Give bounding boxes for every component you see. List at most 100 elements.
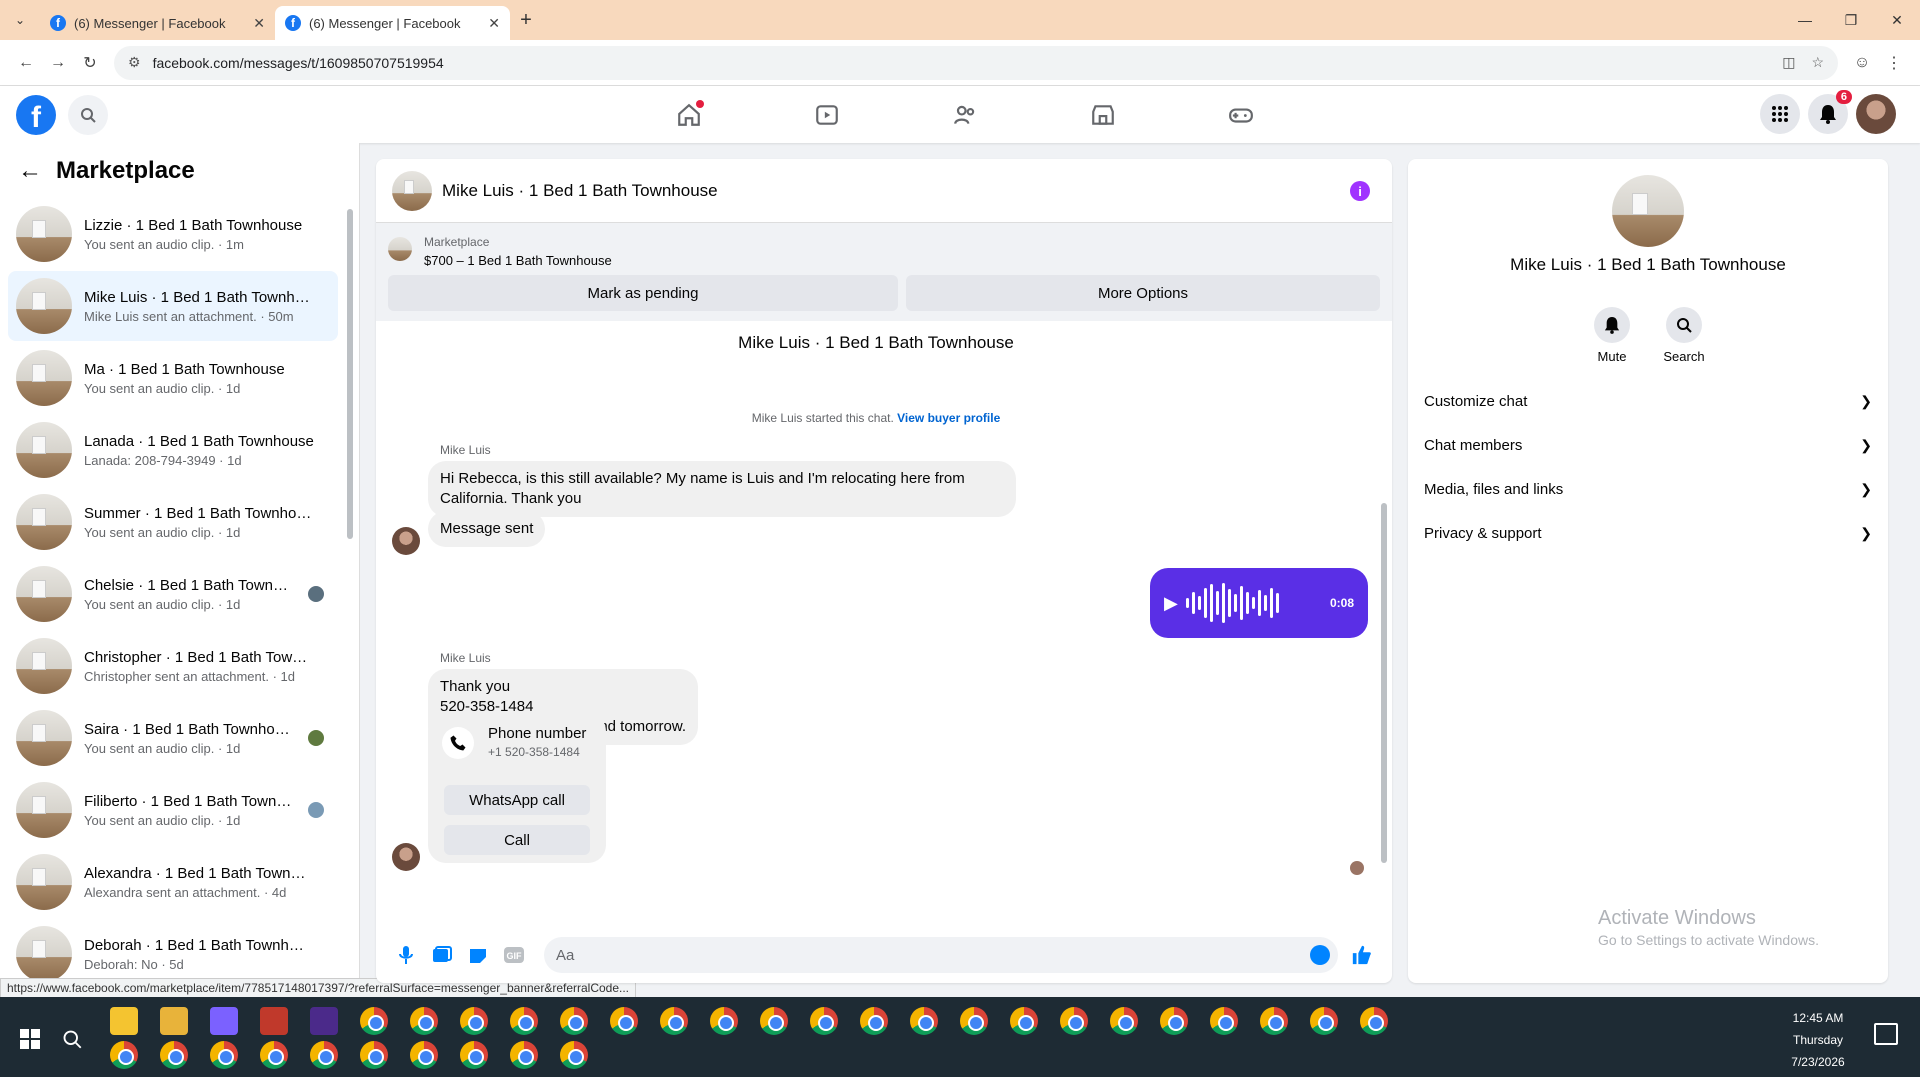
chrome-icon[interactable] [260, 1041, 288, 1069]
conversation-item[interactable]: Saira · 1 Bed 1 Bath Townhouse You sent a… [8, 703, 338, 773]
chrome-icon[interactable] [160, 1041, 188, 1069]
taskbar-clock[interactable]: 12:45 AM Thursday 7/23/2026 [1778, 1007, 1858, 1073]
notification-center-icon[interactable] [1874, 1023, 1898, 1045]
app-icon[interactable] [310, 1007, 338, 1035]
copilot-icon[interactable] [210, 1007, 238, 1035]
chrome-icon[interactable] [810, 1007, 838, 1035]
like-thumb-icon[interactable] [1344, 937, 1380, 973]
info-listing-thumbnail[interactable] [1612, 175, 1684, 247]
chrome-icon[interactable] [1110, 1007, 1138, 1035]
nav-marketplace[interactable] [1034, 86, 1172, 143]
reload-icon[interactable]: ↻ [74, 53, 106, 73]
nav-video[interactable] [758, 86, 896, 143]
nav-friends[interactable] [896, 86, 1034, 143]
chrome-icon[interactable] [610, 1007, 638, 1035]
chrome-icon[interactable] [460, 1041, 488, 1069]
close-tab-icon[interactable]: ✕ [488, 15, 500, 32]
conversation-item[interactable]: Christopher · 1 Bed 1 Bath Townhouse Chri… [8, 631, 338, 701]
search-icon[interactable] [68, 94, 108, 135]
conversation-item[interactable]: Summer · 1 Bed 1 Bath Townhouse You sent … [8, 487, 338, 557]
menu-grid-icon[interactable] [1760, 94, 1800, 134]
chrome-icon[interactable] [1260, 1007, 1288, 1035]
url-text[interactable]: facebook.com/messages/t/1609850707519954 [153, 55, 1767, 71]
audio-message[interactable]: ▶ 0:08 [1150, 568, 1368, 638]
taskbar-search-icon[interactable] [52, 1019, 92, 1059]
tab-search-icon[interactable]: ⌄ [0, 0, 40, 40]
conversation-item[interactable]: Alexandra · 1 Bed 1 Bath Townhouse Alexan… [8, 847, 338, 917]
emoji-icon[interactable] [1310, 945, 1330, 965]
sticker-icon[interactable] [460, 937, 496, 973]
chrome-icon[interactable] [560, 1007, 588, 1035]
new-tab-button[interactable]: + [510, 9, 542, 32]
chrome-icon[interactable] [1060, 1007, 1088, 1035]
whatsapp-call-button[interactable]: WhatsApp call [444, 785, 590, 815]
chrome-icon[interactable] [210, 1041, 238, 1069]
chrome-icon[interactable] [360, 1007, 388, 1035]
mute-action[interactable]: Mute [1582, 307, 1642, 364]
chrome-icon[interactable] [410, 1041, 438, 1069]
close-window-icon[interactable]: ✕ [1874, 12, 1920, 29]
chrome-icon[interactable] [360, 1041, 388, 1069]
restore-icon[interactable]: ❐ [1828, 12, 1874, 29]
sidebar-scrollbar[interactable] [347, 209, 353, 539]
message-bubble[interactable]: Message sent [428, 511, 546, 547]
conversation-item[interactable]: Lizzie · 1 Bed 1 Bath Townhouse You sent … [8, 199, 338, 269]
site-info-icon[interactable]: ⚙ [128, 54, 141, 71]
conversation-item[interactable]: Chelsie · 1 Bed 1 Bath Townhouse You sent… [8, 559, 338, 629]
chat-scrollbar-thumb[interactable] [1381, 503, 1387, 863]
account-avatar[interactable] [1856, 94, 1896, 134]
chrome-icon[interactable] [910, 1007, 938, 1035]
chrome-icon[interactable] [510, 1041, 538, 1069]
address-bar[interactable]: ⚙ facebook.com/messages/t/16098507075199… [114, 45, 1838, 80]
back-arrow-icon[interactable]: ← [18, 157, 42, 185]
photo-icon[interactable] [424, 937, 460, 973]
chrome-icon[interactable] [1360, 1007, 1388, 1035]
chrome-icon[interactable] [1210, 1007, 1238, 1035]
conversation-item-selected[interactable]: Mike Luis · 1 Bed 1 Bath Townhouse Mike L… [8, 271, 338, 341]
notifications-bell-icon[interactable]: 6 [1808, 90, 1852, 134]
bookmark-star-icon[interactable]: ☆ [1811, 54, 1824, 71]
chrome-icon[interactable] [510, 1007, 538, 1035]
chat-title[interactable]: Mike Luis · 1 Bed 1 Bath Townhouse [442, 181, 718, 201]
mark-pending-button[interactable]: Mark as pending [388, 275, 898, 311]
chat-members-section[interactable]: Chat members ❯ [1424, 423, 1872, 467]
nav-gaming[interactable] [1172, 86, 1310, 143]
browser-tab-2[interactable]: f (6) Messenger | Facebook ✕ [275, 6, 510, 40]
chrome-icon[interactable] [310, 1041, 338, 1069]
browser-menu-icon[interactable]: ⋮ [1878, 53, 1910, 73]
app-icon[interactable] [260, 1007, 288, 1035]
minimize-icon[interactable]: — [1782, 12, 1828, 29]
facebook-logo[interactable]: f [16, 94, 56, 135]
chrome-icon[interactable] [410, 1007, 438, 1035]
call-button[interactable]: Call [444, 825, 590, 855]
banner-item-link[interactable]: $700 – 1 Bed 1 Bath Townhouse [424, 253, 612, 268]
message-input[interactable]: Aa [544, 937, 1338, 973]
chrome-icon[interactable] [760, 1007, 788, 1035]
conversation-item[interactable]: Filiberto · 1 Bed 1 Bath Townhouse You se… [8, 775, 338, 845]
view-buyer-profile-link[interactable]: View buyer profile [897, 411, 1000, 425]
back-icon[interactable]: ← [10, 54, 42, 72]
browser-tab-1[interactable]: f (6) Messenger | Facebook ✕ [40, 6, 275, 40]
info-icon[interactable]: i [1350, 181, 1370, 201]
customize-chat-section[interactable]: Customize chat ❯ [1424, 379, 1872, 423]
chat-listing-thumbnail[interactable] [392, 170, 432, 211]
windows-start-icon[interactable] [10, 1019, 50, 1059]
info-title[interactable]: Mike Luis · 1 Bed 1 Bath Townhouse [1408, 255, 1888, 275]
chrome-icon[interactable] [1010, 1007, 1038, 1035]
sticky-notes-icon[interactable] [110, 1007, 138, 1035]
conversation-item[interactable]: Ma · 1 Bed 1 Bath Townhouse You sent an a… [8, 343, 338, 413]
media-files-links-section[interactable]: Media, files and links ❯ [1424, 467, 1872, 511]
chrome-icon[interactable] [110, 1041, 138, 1069]
banner-thumbnail[interactable] [388, 237, 412, 261]
chrome-icon[interactable] [710, 1007, 738, 1035]
chrome-icon[interactable] [1310, 1007, 1338, 1035]
chrome-icon[interactable] [560, 1041, 588, 1069]
play-icon[interactable]: ▶ [1164, 593, 1178, 614]
more-options-button[interactable]: More Options [906, 275, 1380, 311]
file-explorer-icon[interactable] [160, 1007, 188, 1035]
microphone-icon[interactable] [388, 937, 424, 973]
chrome-icon[interactable] [860, 1007, 888, 1035]
sender-avatar[interactable] [392, 527, 420, 555]
chrome-icon[interactable] [460, 1007, 488, 1035]
chat-scrollbar[interactable] [1380, 423, 1388, 893]
